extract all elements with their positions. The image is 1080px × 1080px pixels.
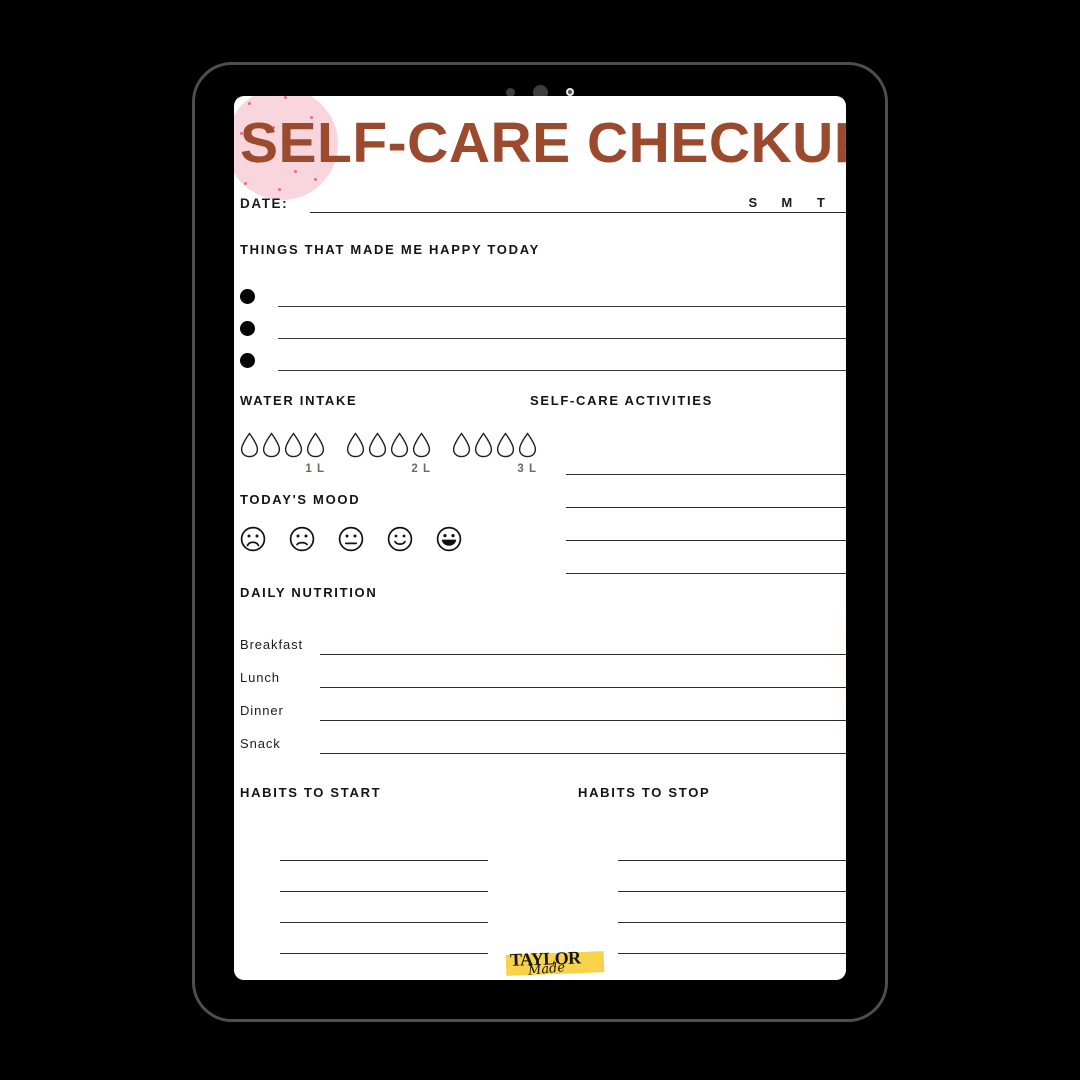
nutrition-label-breakfast: Breakfast — [240, 637, 304, 652]
nutrition-input-line-dinner[interactable] — [320, 701, 846, 721]
page-title: SELF-CARE CHECKUP — [240, 111, 846, 175]
sad-face-icon[interactable] — [289, 526, 315, 552]
bullet-icon — [240, 289, 255, 304]
water-litre-label-2: 2 L — [411, 463, 431, 475]
day-of-week-selector[interactable]: S M T W T F S — [736, 195, 846, 213]
habit-stop-input-line-4[interactable] — [618, 923, 846, 954]
very-sad-face-icon[interactable] — [240, 526, 266, 552]
nutrition-label-dinner: Dinner — [240, 703, 284, 718]
nutrition-row-lunch[interactable]: Lunch — [240, 655, 846, 688]
neutral-face-icon[interactable] — [338, 526, 364, 552]
worksheet-page: SELF-CARE CHECKUP DATE: S M T W T F S TH… — [234, 96, 846, 980]
nutrition-label-lunch: Lunch — [240, 670, 280, 685]
bullet-icon — [240, 321, 255, 336]
very-happy-face-icon[interactable] — [436, 526, 462, 552]
activity-input-line-2[interactable] — [566, 475, 846, 508]
habits-to-start-section: HABITS TO START — [240, 785, 540, 954]
todays-mood-heading: TODAY'S MOOD — [240, 492, 361, 507]
habit-start-input-line-3[interactable] — [280, 892, 488, 923]
water-group-1l: 1 L — [240, 432, 325, 475]
bullet-icon — [240, 353, 255, 368]
happy-things-list — [240, 275, 846, 371]
todays-mood-section: TODAY'S MOOD — [240, 492, 540, 552]
water-drop-icon[interactable] — [452, 432, 471, 458]
activity-input-line-4[interactable] — [566, 541, 846, 574]
habit-start-input-line-1[interactable] — [280, 830, 488, 861]
habits-to-stop-lines — [578, 830, 846, 954]
list-item[interactable] — [240, 275, 846, 307]
day-wednesday[interactable]: W — [838, 195, 846, 212]
nutrition-row-dinner[interactable]: Dinner — [240, 688, 846, 721]
happy-things-heading: THINGS THAT MADE ME HAPPY TODAY — [240, 242, 540, 257]
nutrition-row-snack[interactable]: Snack — [240, 721, 846, 754]
habit-stop-input-line-2[interactable] — [618, 861, 846, 892]
worksheet-canvas: SELF-CARE CHECKUP DATE: S M T W T F S TH… — [234, 96, 846, 980]
happy-input-line-1[interactable] — [278, 285, 846, 307]
nutrition-row-breakfast[interactable]: Breakfast — [240, 622, 846, 655]
happy-input-line-3[interactable] — [278, 349, 846, 371]
habits-to-start-heading: HABITS TO START — [240, 785, 382, 800]
nutrition-input-line-snack[interactable] — [320, 734, 846, 754]
happy-face-icon[interactable] — [387, 526, 413, 552]
self-care-activities-heading: SELF-CARE ACTIVITIES — [530, 393, 714, 408]
water-drop-icon[interactable] — [390, 432, 409, 458]
daily-nutrition-list: Breakfast Lunch Dinner Snack — [240, 622, 846, 754]
self-care-activities-section: SELF-CARE ACTIVITIES — [530, 393, 846, 574]
water-drop-icon[interactable] — [412, 432, 431, 458]
habits-to-stop-heading: HABITS TO STOP — [578, 785, 711, 800]
water-group-2l: 2 L — [346, 432, 431, 475]
date-row: DATE: S M T W T F S — [240, 195, 846, 213]
water-drop-icon[interactable] — [346, 432, 365, 458]
daily-nutrition-section: DAILY NUTRITION Breakfast Lunch Dinner S… — [240, 585, 846, 754]
water-drop-icon[interactable] — [474, 432, 493, 458]
day-sunday[interactable]: S — [736, 195, 770, 212]
water-group-3l: 3 L — [452, 432, 537, 475]
habit-stop-input-line-3[interactable] — [618, 892, 846, 923]
water-drop-icon[interactable] — [240, 432, 259, 458]
screenshot-stage: SELF-CARE CHECKUP DATE: S M T W T F S TH… — [0, 0, 1080, 1080]
water-drop-icon[interactable] — [496, 432, 515, 458]
list-item[interactable] — [240, 339, 846, 371]
happy-input-line-2[interactable] — [278, 317, 846, 339]
water-drop-icon[interactable] — [368, 432, 387, 458]
habits-to-start-lines — [240, 830, 540, 954]
day-monday[interactable]: M — [770, 195, 804, 212]
date-input-line[interactable] — [310, 195, 736, 213]
water-intake-heading: WATER INTAKE — [240, 393, 358, 408]
water-litre-label-1: 1 L — [305, 463, 325, 475]
date-label: DATE: — [240, 196, 289, 211]
happy-things-section: THINGS THAT MADE ME HAPPY TODAY — [240, 242, 846, 371]
water-drop-icon[interactable] — [262, 432, 281, 458]
water-drop-icon[interactable] — [284, 432, 303, 458]
mood-selector — [240, 526, 540, 552]
daily-nutrition-heading: DAILY NUTRITION — [240, 585, 378, 600]
habits-to-stop-section: HABITS TO STOP — [578, 785, 846, 954]
water-drop-tracker: 1 L 2 L 3 L — [240, 432, 540, 475]
day-tuesday[interactable]: T — [804, 195, 838, 212]
list-item[interactable] — [240, 307, 846, 339]
water-intake-section: WATER INTAKE 1 L 2 L 3 L — [240, 393, 540, 475]
front-camera-icon — [566, 88, 574, 96]
nutrition-input-line-lunch[interactable] — [320, 668, 846, 688]
self-care-activities-lines — [530, 442, 846, 574]
logo-script-text: Made — [527, 960, 566, 979]
brand-logo: TAYLOR Made — [502, 944, 610, 980]
activity-input-line-3[interactable] — [566, 508, 846, 541]
nutrition-input-line-breakfast[interactable] — [320, 635, 846, 655]
activity-input-line-1[interactable] — [566, 442, 846, 475]
water-drop-icon[interactable] — [306, 432, 325, 458]
nutrition-label-snack: Snack — [240, 736, 281, 751]
habit-start-input-line-2[interactable] — [280, 861, 488, 892]
habit-start-input-line-4[interactable] — [280, 923, 488, 954]
habit-stop-input-line-1[interactable] — [618, 830, 846, 861]
